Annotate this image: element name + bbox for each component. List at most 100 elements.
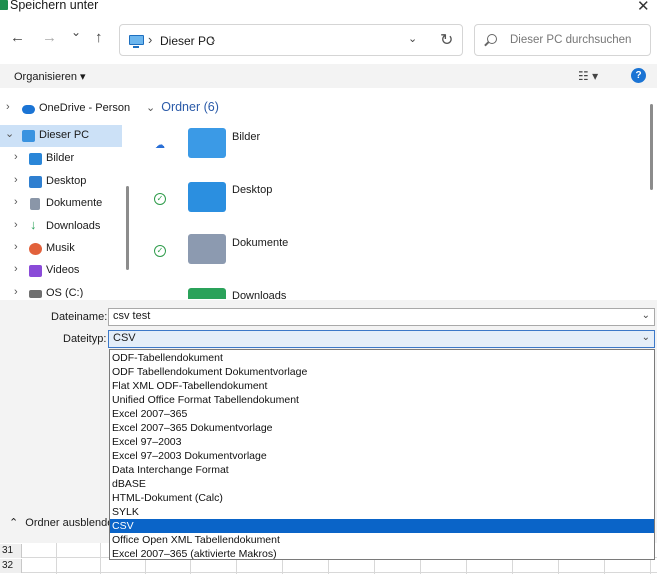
sidebar-item-label: Musik: [46, 242, 75, 254]
back-icon[interactable]: ←: [10, 29, 25, 46]
sidebar-item-label: OneDrive - Person: [39, 102, 131, 114]
expand-chevron-icon[interactable]: ›: [14, 286, 18, 298]
folder-icon: [188, 128, 226, 158]
filetype-option[interactable]: Data Interchange Format: [110, 463, 654, 477]
filetype-option[interactable]: Unified Office Format Tabellendokument: [110, 393, 654, 407]
pictures-icon: [29, 153, 42, 165]
sidebar-item-label: Dieser PC: [39, 129, 90, 141]
expand-chevron-icon[interactable]: ›: [14, 263, 18, 275]
filetype-option[interactable]: Excel 97–2003: [110, 435, 654, 449]
recent-locations-icon[interactable]: ⌄: [71, 25, 81, 39]
folder-item-desktop[interactable]: ✓ Desktop: [138, 180, 648, 232]
refresh-icon[interactable]: ↻: [440, 30, 453, 50]
sidebar-item-dieser-pc[interactable]: ⌄ Dieser PC: [0, 125, 122, 147]
search-icon: [487, 34, 497, 44]
sidebar-item-videos[interactable]: › Videos: [0, 260, 122, 282]
expand-chevron-icon[interactable]: ›: [14, 219, 18, 231]
sidebar-item-dokumente[interactable]: › Dokumente: [0, 193, 122, 215]
filetype-option[interactable]: Excel 2007–365 Dokumentvorlage: [110, 421, 654, 435]
filetype-option[interactable]: Flat XML ODF-Tabellendokument: [110, 379, 654, 393]
expand-chevron-icon[interactable]: ›: [14, 241, 18, 253]
organize-button[interactable]: Organisieren ▾: [14, 70, 86, 83]
expand-chevron-icon[interactable]: ›: [14, 174, 18, 186]
breadcrumb-dieser-pc[interactable]: Dieser PC: [160, 34, 215, 48]
content-scrollbar[interactable]: [650, 104, 653, 190]
filename-value: csv test: [113, 310, 151, 322]
navigation-bar: ← → ⌄ ↑ › Dieser PC › ⌄ ↻ Dieser PC durc…: [0, 20, 657, 60]
sidebar-item-bilder[interactable]: › Bilder: [0, 148, 122, 170]
sidebar-item-onedrive[interactable]: › OneDrive - Person: [0, 98, 130, 120]
sidebar-item-label: Downloads: [46, 220, 101, 232]
folder-icon: [188, 182, 226, 212]
chevron-down-icon[interactable]: ⌄: [642, 332, 650, 343]
column-divider: [56, 543, 57, 574]
sidebar-scrollbar[interactable]: [126, 186, 129, 270]
app-icon: [0, 0, 8, 10]
folder-item-bilder[interactable]: ☁ Bilder: [138, 126, 648, 178]
filename-field[interactable]: csv test ⌄: [108, 308, 655, 326]
navigation-pane: › OneDrive - Person ⌄ Dieser PC › Bilder…: [0, 96, 134, 298]
folder-name: Desktop: [232, 184, 273, 196]
breadcrumb-separator-icon[interactable]: ›: [211, 32, 215, 47]
filetype-option[interactable]: Excel 2007–365: [110, 407, 654, 421]
row-number: 32: [0, 559, 22, 573]
chevron-up-icon: ⌃: [9, 517, 19, 529]
address-bar[interactable]: › Dieser PC › ⌄ ↻: [119, 24, 463, 56]
collapse-chevron-icon[interactable]: ⌄: [5, 127, 14, 140]
expand-chevron-icon[interactable]: ›: [14, 196, 18, 208]
breadcrumb-separator-icon: ›: [148, 32, 153, 47]
filetype-dropdown-list: ODF-Tabellendokument ODF Tabellendokument…: [109, 349, 655, 560]
sidebar-item-musik[interactable]: › Musik: [0, 238, 122, 260]
drive-icon: [29, 290, 42, 298]
filetype-option[interactable]: Excel 97–2003 Dokumentvorlage: [110, 449, 654, 463]
computer-icon: [129, 35, 144, 48]
forward-icon[interactable]: →: [42, 29, 57, 46]
help-icon[interactable]: ?: [631, 68, 646, 83]
chevron-down-icon[interactable]: ⌄: [642, 310, 650, 321]
folder-name: Bilder: [232, 131, 261, 143]
sidebar-item-label: Dokumente: [46, 197, 103, 209]
title-bar: Speichern unter ✕: [0, 0, 657, 16]
expand-chevron-icon[interactable]: ›: [14, 151, 18, 163]
search-box[interactable]: Dieser PC durchsuchen: [474, 24, 651, 56]
view-options-icon[interactable]: ☷ ▾: [578, 69, 598, 83]
sidebar-item-downloads[interactable]: › ↓ Downloads: [0, 216, 122, 238]
filetype-option[interactable]: dBASE: [110, 477, 654, 491]
filetype-value: CSV: [113, 332, 136, 344]
window-title: Speichern unter: [10, 0, 99, 12]
hide-folders-button[interactable]: ⌃ Ordner ausblenden: [9, 516, 119, 529]
documents-icon: [30, 198, 40, 210]
filetype-label: Dateityp:: [63, 333, 107, 345]
computer-icon: [22, 130, 35, 142]
up-icon[interactable]: ↑: [95, 29, 103, 46]
sidebar-item-desktop[interactable]: › Desktop: [0, 171, 122, 193]
sidebar-item-os-c[interactable]: › OS (C:): [0, 283, 122, 298]
filetype-select[interactable]: CSV ⌄: [108, 330, 655, 348]
close-icon[interactable]: ✕: [637, 0, 650, 15]
folder-icon: [188, 234, 226, 264]
folder-icon: [188, 288, 226, 299]
music-icon: [29, 243, 42, 255]
group-label: Ordner (6): [161, 100, 219, 114]
column-divider: [100, 543, 101, 574]
expand-chevron-icon[interactable]: ›: [6, 101, 10, 113]
filetype-option[interactable]: HTML-Dokument (Calc): [110, 491, 654, 505]
filetype-option[interactable]: Excel 2007–365 (aktivierte Makros): [110, 547, 654, 561]
folder-content: ⌄ Ordner (6) ☁ Bilder ✓ Desktop ✓ Dokumen…: [138, 96, 657, 299]
group-header[interactable]: ⌄ Ordner (6): [146, 100, 219, 114]
filetype-option[interactable]: CSV: [110, 519, 654, 533]
filetype-option[interactable]: ODF-Tabellendokument: [110, 351, 654, 365]
hide-folders-label: Ordner ausblenden: [25, 517, 120, 529]
address-dropdown-icon[interactable]: ⌄: [408, 32, 417, 45]
folder-item-dokumente[interactable]: ✓ Dokumente: [138, 234, 648, 286]
sidebar-item-label: Videos: [46, 264, 80, 276]
folder-item-downloads[interactable]: Downloads: [138, 287, 648, 299]
synced-check-icon: ✓: [154, 245, 166, 257]
filetype-option[interactable]: Office Open XML Tabellendokument: [110, 533, 654, 547]
desktop-icon: [29, 176, 42, 188]
filetype-option[interactable]: ODF Tabellendokument Dokumentvorlage: [110, 365, 654, 379]
filetype-option[interactable]: SYLK: [110, 505, 654, 519]
group-collapse-icon[interactable]: ⌄: [146, 102, 155, 114]
cloud-icon: [22, 105, 35, 114]
videos-icon: [29, 265, 42, 277]
